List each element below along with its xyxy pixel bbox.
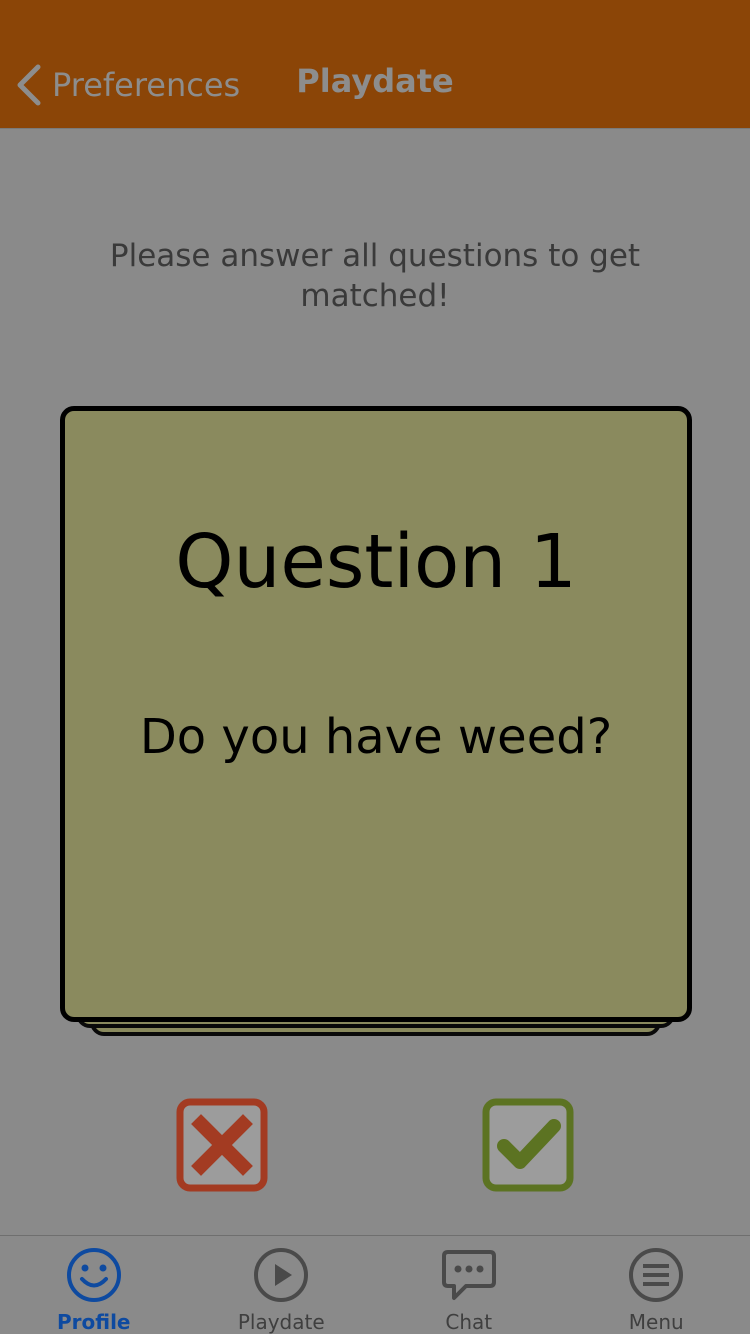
question-card[interactable]: Question 1 Do you have weed? xyxy=(60,406,692,1022)
page-title: Playdate xyxy=(296,62,454,100)
instructions-text: Please answer all questions to get match… xyxy=(109,238,641,314)
no-button[interactable] xyxy=(176,1098,268,1192)
tab-label: Chat xyxy=(445,1310,493,1334)
tab-chat[interactable]: Chat xyxy=(375,1236,563,1334)
check-box-icon xyxy=(482,1098,574,1192)
navigation-bar: Preferences Playdate xyxy=(0,0,750,129)
question-number: Question 1 xyxy=(175,519,577,605)
menu-circle-icon xyxy=(627,1246,685,1304)
smiley-icon xyxy=(65,1246,123,1304)
tab-label: Playdate xyxy=(237,1310,325,1334)
tab-label: Profile xyxy=(56,1310,131,1334)
tab-playdate[interactable]: Playdate xyxy=(188,1236,376,1334)
question-text: Do you have weed? xyxy=(139,709,613,765)
x-box-icon xyxy=(176,1098,268,1192)
screen: Preferences Playdate Please answer all q… xyxy=(0,0,750,1334)
tab-menu[interactable]: Menu xyxy=(563,1236,750,1334)
yes-button[interactable] xyxy=(482,1098,574,1192)
tab-bar: Profile Playdate Chat Menu xyxy=(0,1235,750,1334)
play-circle-icon xyxy=(252,1246,310,1304)
chat-bubble-icon xyxy=(440,1246,498,1304)
tab-profile[interactable]: Profile xyxy=(0,1236,188,1334)
tab-label: Menu xyxy=(628,1310,684,1334)
